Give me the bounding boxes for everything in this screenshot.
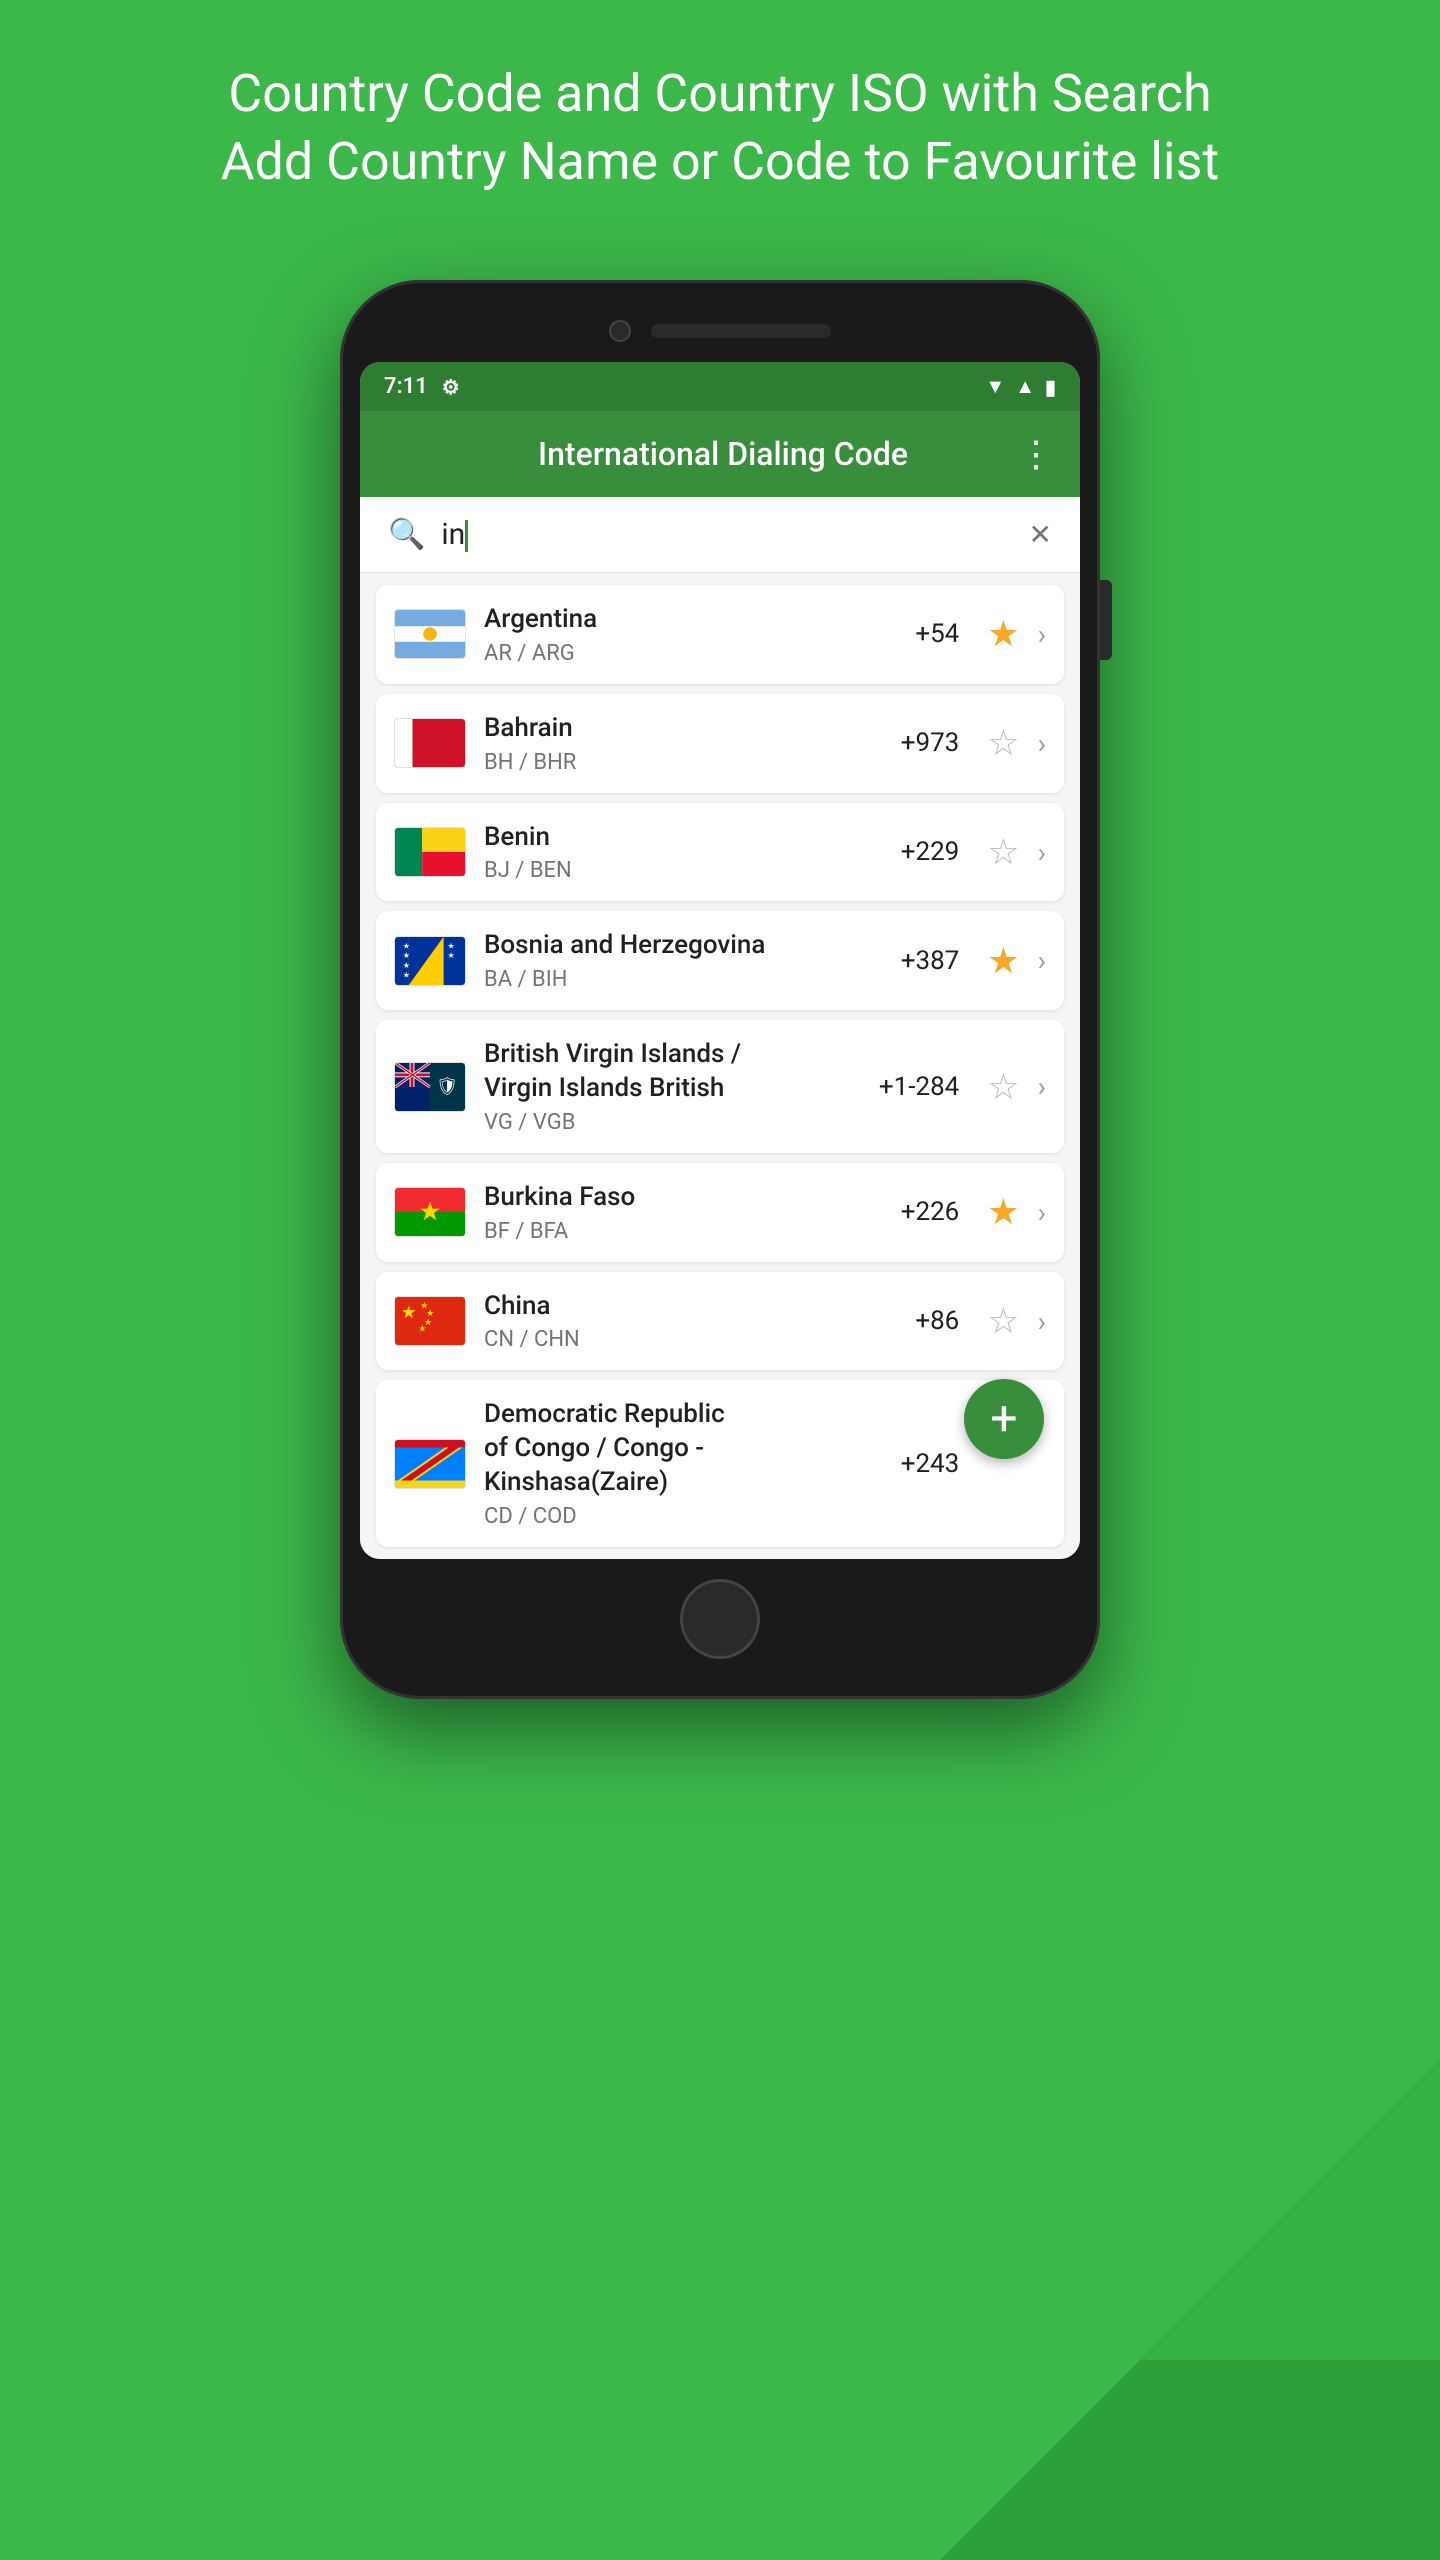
favourite-button[interactable]: ★ — [987, 616, 1019, 652]
country-iso: CD / COD — [484, 1504, 851, 1529]
list-item[interactable]: Bahrain BH / BHR +973 ☆ › — [376, 694, 1064, 793]
favourite-button[interactable]: ☆ — [987, 1303, 1019, 1339]
flag-bahrain — [394, 718, 466, 768]
country-info: Democratic Republicof Congo / Congo -Kin… — [484, 1398, 851, 1528]
flag-burkina — [394, 1187, 466, 1237]
country-info: British Virgin Islands /Virgin Islands B… — [484, 1038, 851, 1135]
country-name: Democratic Republicof Congo / Congo -Kin… — [484, 1398, 851, 1499]
country-info: China CN / CHN — [484, 1290, 851, 1353]
list-item[interactable]: ★ ★ ★ ★ ★ ★ Bosnia and Herzegovina BA / … — [376, 911, 1064, 1010]
country-code: +973 — [869, 728, 959, 758]
camera — [609, 320, 631, 342]
list-item[interactable]: ★ ★ ★ ★ ★ China CN / CHN +86 ☆ › — [376, 1272, 1064, 1371]
chevron-right-icon: › — [1038, 944, 1046, 977]
list-item[interactable]: Argentina AR / ARG +54 ★ › — [376, 585, 1064, 684]
add-button[interactable]: + — [964, 1379, 1044, 1459]
country-iso: VG / VGB — [484, 1110, 851, 1135]
country-info: Bosnia and Herzegovina BA / BIH — [484, 929, 851, 992]
country-iso: CN / CHN — [484, 1327, 851, 1352]
phone-mockup: 7:11 ⚙ ▼ ▲ ▮ International Dialing Code … — [340, 280, 1100, 1699]
app-description: Country Code and Country ISO with Search… — [0, 60, 1440, 195]
phone-bottom-bar — [360, 1579, 1080, 1659]
search-bar: 🔍 in ✕ — [360, 497, 1080, 573]
svg-text:★: ★ — [403, 941, 410, 950]
country-name: Bahrain — [484, 712, 851, 746]
svg-text:★: ★ — [403, 951, 410, 960]
app-bar: International Dialing Code ⋮ — [360, 411, 1080, 497]
favourite-button[interactable]: ★ — [987, 943, 1019, 979]
country-name: Benin — [484, 821, 851, 855]
country-iso: BH / BHR — [484, 750, 851, 775]
battery-icon: ▮ — [1045, 375, 1056, 399]
favourite-button[interactable]: ☆ — [987, 725, 1019, 761]
country-name: China — [484, 1290, 851, 1324]
svg-text:★: ★ — [448, 941, 455, 950]
flag-bosnia: ★ ★ ★ ★ ★ ★ — [394, 936, 466, 986]
list-item[interactable]: Benin BJ / BEN +229 ☆ › — [376, 803, 1064, 902]
chevron-right-icon: › — [1038, 836, 1046, 869]
flag-bvi: 🛡 — [394, 1062, 466, 1112]
status-bar: 7:11 ⚙ ▼ ▲ ▮ — [360, 362, 1080, 411]
svg-text:🛡: 🛡 — [436, 1076, 458, 1096]
flag-argentina — [394, 609, 466, 659]
country-code: +387 — [869, 946, 959, 976]
country-info: Burkina Faso BF / BFA — [484, 1181, 851, 1244]
chevron-right-icon: › — [1038, 727, 1046, 760]
country-code: +86 — [869, 1306, 959, 1336]
country-iso: BJ / BEN — [484, 858, 851, 883]
country-code: +226 — [869, 1197, 959, 1227]
country-info: Bahrain BH / BHR — [484, 712, 851, 775]
status-time: 7:11 — [384, 374, 428, 399]
search-icon: 🔍 — [388, 517, 425, 552]
country-iso: BA / BIH — [484, 967, 851, 992]
country-iso: BF / BFA — [484, 1219, 851, 1244]
speaker — [651, 324, 831, 338]
country-info: Argentina AR / ARG — [484, 603, 851, 666]
country-name: British Virgin Islands /Virgin Islands B… — [484, 1038, 851, 1106]
list-item[interactable]: Democratic Republicof Congo / Congo -Kin… — [376, 1380, 1064, 1546]
chevron-right-icon: › — [1038, 618, 1046, 651]
country-code: +243 — [869, 1449, 959, 1479]
chevron-right-icon: › — [1038, 1196, 1046, 1229]
flag-benin — [394, 827, 466, 877]
clear-search-button[interactable]: ✕ — [1029, 518, 1052, 551]
list-item[interactable]: 🛡 British Virgin Islands /Virgin Islands… — [376, 1020, 1064, 1153]
app-title: International Dialing Code — [428, 435, 1018, 473]
volume-button — [1100, 580, 1112, 660]
country-iso: AR / ARG — [484, 641, 851, 666]
svg-text:★: ★ — [401, 1303, 417, 1323]
chevron-right-icon: › — [1038, 1070, 1046, 1103]
wifi-icon: ▼ — [985, 374, 1005, 399]
description-line1: Country Code and Country ISO with Search — [80, 60, 1360, 128]
settings-icon: ⚙ — [442, 375, 460, 399]
signal-icon: ▲ — [1015, 374, 1035, 399]
country-info: Benin BJ / BEN — [484, 821, 851, 884]
phone-top-bar — [360, 320, 1080, 342]
country-name: Argentina — [484, 603, 851, 637]
country-name: Burkina Faso — [484, 1181, 851, 1215]
favourite-button[interactable]: ☆ — [987, 1069, 1019, 1105]
svg-text:★: ★ — [403, 961, 410, 970]
svg-text:★: ★ — [403, 970, 410, 979]
country-code: +1-284 — [869, 1072, 959, 1102]
menu-button[interactable]: ⋮ — [1018, 433, 1052, 475]
country-name: Bosnia and Herzegovina — [484, 929, 851, 963]
search-input[interactable]: in — [441, 517, 1012, 552]
home-button[interactable] — [680, 1579, 760, 1659]
favourite-button[interactable]: ★ — [987, 1194, 1019, 1230]
favourite-button[interactable]: ☆ — [987, 834, 1019, 870]
list-item[interactable]: Burkina Faso BF / BFA +226 ★ › — [376, 1163, 1064, 1262]
country-list: Argentina AR / ARG +54 ★ › — [360, 573, 1080, 1559]
flag-china: ★ ★ ★ ★ ★ — [394, 1296, 466, 1346]
country-code: +229 — [869, 837, 959, 867]
phone-screen: 7:11 ⚙ ▼ ▲ ▮ International Dialing Code … — [360, 362, 1080, 1559]
description-line2: Add Country Name or Code to Favourite li… — [80, 128, 1360, 196]
country-code: +54 — [869, 619, 959, 649]
chevron-right-icon: › — [1038, 1305, 1046, 1338]
flag-drc — [394, 1439, 466, 1489]
svg-text:★: ★ — [418, 1325, 426, 1335]
svg-text:★: ★ — [448, 951, 455, 960]
